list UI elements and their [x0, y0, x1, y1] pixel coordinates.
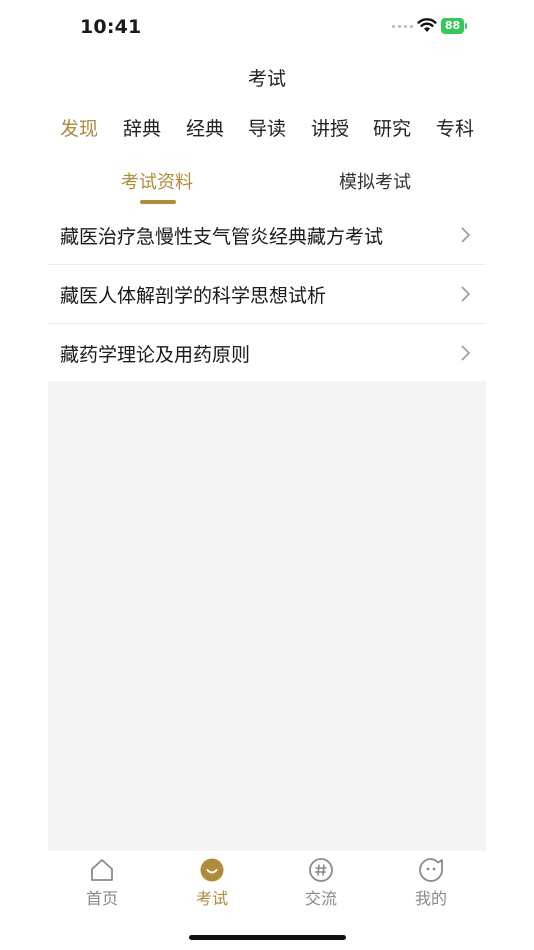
tabbar-home-label: 首页 [85, 889, 118, 908]
chevron-right-icon [461, 345, 471, 361]
active-subtab-indicator [140, 200, 176, 204]
tabbar-profile[interactable]: 我的 [391, 857, 471, 909]
tab-yanjiu[interactable]: 研究 [373, 114, 411, 141]
tabbar-exam-label: 考试 [195, 889, 228, 908]
home-icon [91, 859, 113, 881]
page-title: 考试 [247, 68, 286, 90]
profile-face-icon [419, 858, 443, 882]
tab-faxian[interactable]: 发现 [60, 114, 98, 141]
tab-cidian[interactable]: 辞典 [123, 114, 161, 141]
exam-smile-icon [200, 858, 224, 882]
battery-level: 88 [444, 19, 461, 32]
list-item[interactable]: 藏医人体解剖学的科学思想试析 [48, 265, 486, 324]
status-bar: 10:41 88 [0, 0, 534, 54]
list-item-label: 藏医人体解剖学的科学思想试析 [60, 285, 327, 307]
tabbar-home[interactable]: 首页 [62, 857, 142, 909]
battery-icon: 88 [441, 18, 464, 34]
battery-tip [465, 23, 467, 29]
hashtag-icon [309, 858, 333, 882]
tabbar-profile-label: 我的 [414, 889, 447, 908]
list-item[interactable]: 藏医治疗急慢性支气管炎经典藏方考试 [48, 206, 486, 265]
subtab-exam-materials[interactable]: 考试资料 [121, 168, 193, 194]
chevron-right-icon [461, 227, 471, 243]
subtab-mock-exam[interactable]: 模拟考试 [339, 168, 411, 194]
exam-list: 藏医治疗急慢性支气管炎经典藏方考试 藏医人体解剖学的科学思想试析 藏药学理论及用… [48, 206, 486, 383]
tab-jingdian[interactable]: 经典 [186, 114, 224, 141]
tab-daodu[interactable]: 导读 [248, 114, 286, 141]
list-item-label: 藏医治疗急慢性支气管炎经典藏方考试 [60, 226, 384, 248]
empty-content-area [48, 381, 486, 851]
tab-jiangshou[interactable]: 讲授 [311, 114, 349, 141]
status-time: 10:41 [80, 16, 142, 38]
signal-icon [392, 25, 413, 28]
tabbar-community[interactable]: 交流 [281, 857, 361, 909]
category-tabs: 发现 辞典 经典 导读 讲授 研究 专科 [48, 114, 488, 144]
chevron-right-icon [461, 286, 471, 302]
list-item[interactable]: 藏药学理论及用药原则 [48, 324, 486, 383]
tab-zhuanke[interactable]: 专科 [436, 114, 474, 141]
home-indicator [189, 935, 346, 940]
bottom-tab-bar: 首页 考试 交流 我的 [48, 851, 486, 911]
tabbar-exam[interactable]: 考试 [172, 857, 252, 909]
list-item-label: 藏药学理论及用药原则 [60, 344, 251, 366]
tabbar-community-label: 交流 [304, 889, 337, 908]
wifi-icon [417, 18, 437, 32]
